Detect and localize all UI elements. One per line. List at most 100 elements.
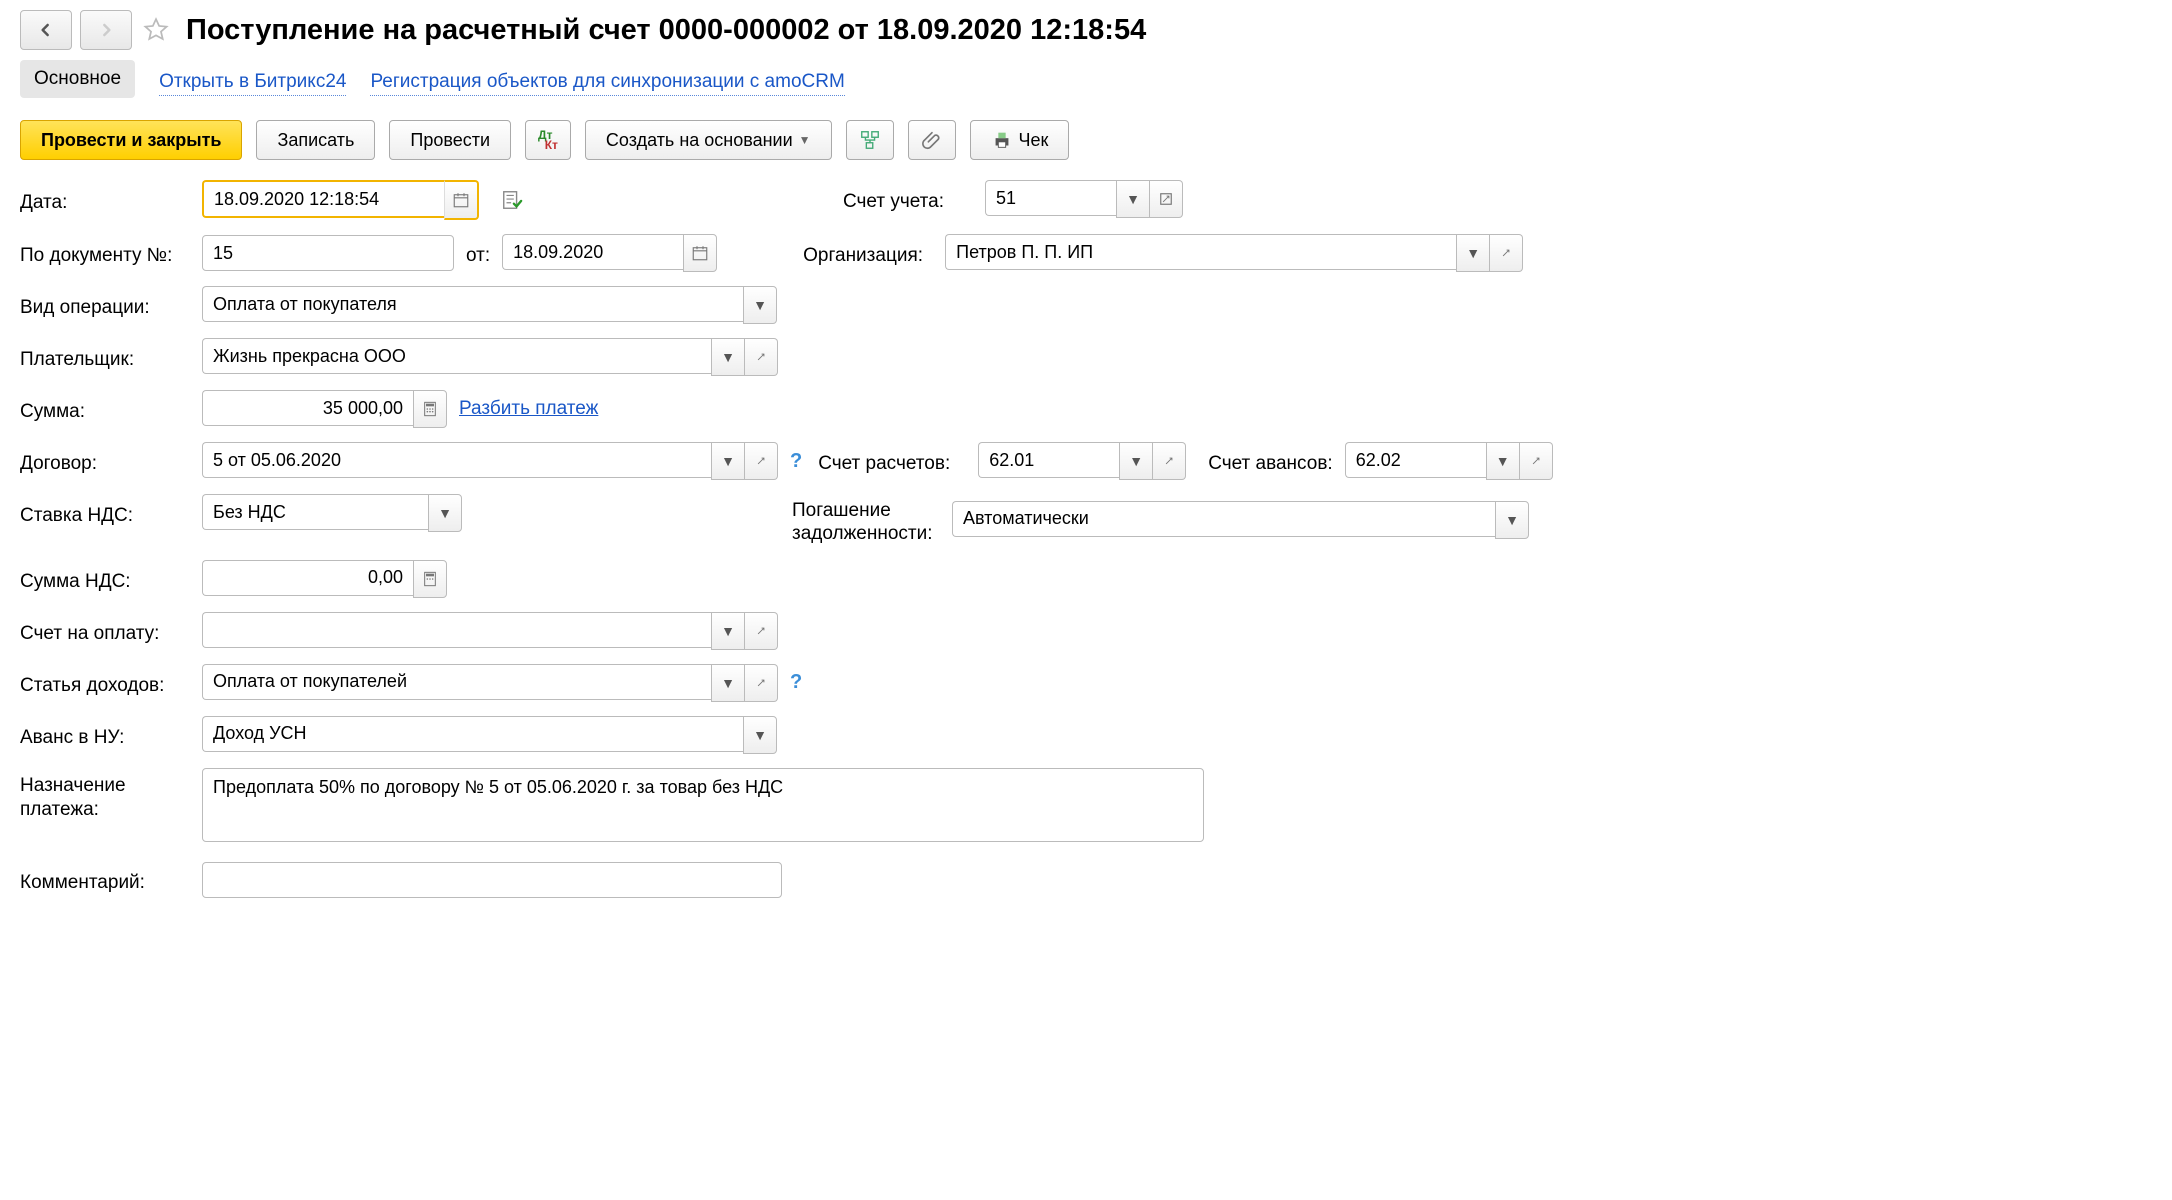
tab-bar: Основное Открыть в Битрикс24 Регистрация… — [20, 60, 2152, 98]
invoice-label: Счет на оплату: — [20, 617, 190, 645]
tab-main[interactable]: Основное — [20, 60, 135, 98]
open-icon — [1159, 192, 1173, 206]
income-open-button[interactable] — [745, 664, 778, 702]
create-based-on-button[interactable]: Создать на основании ▼ — [585, 120, 832, 160]
date-picker-button[interactable] — [444, 180, 479, 220]
chevron-down-icon: ▼ — [799, 133, 811, 147]
advance-nu-label: Аванс в НУ: — [20, 721, 190, 749]
account-label: Счет учета: — [843, 185, 973, 213]
org-dropdown-button[interactable]: ▼ — [1456, 234, 1490, 272]
doc-from-label: от: — [466, 239, 490, 267]
sum-label: Сумма: — [20, 395, 190, 423]
open-icon — [754, 454, 768, 468]
debt-input[interactable] — [952, 501, 1495, 537]
calc-account-dropdown-button[interactable]: ▼ — [1119, 442, 1153, 480]
posting-status-icon[interactable] — [501, 189, 523, 211]
paperclip-icon — [921, 129, 943, 151]
contract-input[interactable] — [202, 442, 711, 478]
open-icon — [1499, 246, 1513, 260]
payer-open-button[interactable] — [745, 338, 778, 376]
invoice-input[interactable] — [202, 612, 711, 648]
calc-account-open-button[interactable] — [1153, 442, 1186, 480]
account-dropdown-button[interactable]: ▼ — [1116, 180, 1150, 218]
toolbar: Провести и закрыть Записать Провести Дт … — [20, 120, 2152, 160]
advance-account-dropdown-button[interactable]: ▼ — [1486, 442, 1520, 480]
calc-account-input[interactable] — [978, 442, 1119, 478]
open-icon — [754, 676, 768, 690]
income-help-icon[interactable]: ? — [790, 671, 802, 694]
related-docs-button[interactable] — [846, 120, 894, 160]
purpose-textarea[interactable] — [202, 768, 1204, 842]
income-label: Статья доходов: — [20, 669, 190, 697]
purpose-label: Назначение платежа: — [20, 768, 190, 823]
favorite-star-icon[interactable] — [140, 14, 172, 46]
open-icon — [754, 624, 768, 638]
tab-amocrm[interactable]: Регистрация объектов для синхронизации с… — [370, 63, 844, 96]
calendar-icon — [452, 191, 470, 209]
open-icon — [1162, 454, 1176, 468]
account-input[interactable] — [985, 180, 1116, 216]
op-type-dropdown-button[interactable]: ▼ — [743, 286, 777, 324]
advance-nu-dropdown-button[interactable]: ▼ — [743, 716, 777, 754]
debt-dropdown-button[interactable]: ▼ — [1495, 501, 1529, 539]
vat-sum-calc-button[interactable] — [413, 560, 447, 598]
calc-account-label: Счет расчетов: — [818, 447, 966, 475]
org-open-button[interactable] — [1490, 234, 1523, 272]
contract-label: Договор: — [20, 447, 190, 475]
sum-calc-button[interactable] — [413, 390, 447, 428]
invoice-dropdown-button[interactable]: ▼ — [711, 612, 745, 650]
vat-rate-label: Ставка НДС: — [20, 499, 190, 527]
calendar-icon — [691, 244, 709, 262]
tab-bitrix24[interactable]: Открыть в Битрикс24 — [159, 63, 346, 96]
open-icon — [1529, 454, 1543, 468]
income-dropdown-button[interactable]: ▼ — [711, 664, 745, 702]
printer-icon — [991, 129, 1013, 151]
contract-help-icon[interactable]: ? — [790, 450, 802, 473]
back-button[interactable] — [20, 10, 72, 50]
calculator-icon — [422, 571, 438, 587]
debt-label: Погашение задолженности: — [792, 494, 940, 546]
advance-nu-input[interactable] — [202, 716, 743, 752]
cheque-button[interactable]: Чек — [970, 120, 1070, 160]
save-button[interactable]: Записать — [256, 120, 375, 160]
payer-input[interactable] — [202, 338, 711, 374]
submit-button[interactable]: Провести — [389, 120, 511, 160]
doc-date-input[interactable] — [502, 234, 683, 270]
forward-button[interactable] — [80, 10, 132, 50]
op-type-label: Вид операции: — [20, 291, 190, 319]
vat-sum-input[interactable] — [202, 560, 413, 596]
vat-rate-input[interactable] — [202, 494, 428, 530]
income-input[interactable] — [202, 664, 711, 700]
payer-label: Плательщик: — [20, 343, 190, 371]
attachments-button[interactable] — [908, 120, 956, 160]
payer-dropdown-button[interactable]: ▼ — [711, 338, 745, 376]
open-icon — [754, 350, 768, 364]
contract-open-button[interactable] — [745, 442, 778, 480]
invoice-open-button[interactable] — [745, 612, 778, 650]
org-input[interactable] — [945, 234, 1456, 270]
org-label: Организация: — [803, 239, 933, 267]
account-open-button[interactable] — [1150, 180, 1183, 218]
op-type-input[interactable] — [202, 286, 743, 322]
doc-no-label: По документу №: — [20, 239, 190, 267]
advance-account-open-button[interactable] — [1520, 442, 1553, 480]
page-title: Поступление на расчетный счет 0000-00000… — [186, 14, 1146, 47]
doc-no-input[interactable] — [202, 235, 454, 271]
date-label: Дата: — [20, 186, 190, 214]
link-tree-icon — [859, 129, 881, 151]
submit-and-close-button[interactable]: Провести и закрыть — [20, 120, 242, 160]
advance-account-label: Счет авансов: — [1208, 447, 1332, 475]
date-input[interactable] — [202, 180, 444, 218]
split-payment-link[interactable]: Разбить платеж — [459, 398, 598, 420]
debit-credit-button[interactable]: Дт Кт — [525, 120, 571, 160]
comment-label: Комментарий: — [20, 866, 190, 894]
comment-input[interactable] — [202, 862, 782, 898]
calculator-icon — [422, 401, 438, 417]
dt-kt-icon: Дт Кт — [538, 130, 558, 150]
vat-rate-dropdown-button[interactable]: ▼ — [428, 494, 462, 532]
doc-date-picker-button[interactable] — [683, 234, 717, 272]
sum-input[interactable] — [202, 390, 413, 426]
contract-dropdown-button[interactable]: ▼ — [711, 442, 745, 480]
advance-account-input[interactable] — [1345, 442, 1486, 478]
vat-sum-label: Сумма НДС: — [20, 565, 190, 593]
